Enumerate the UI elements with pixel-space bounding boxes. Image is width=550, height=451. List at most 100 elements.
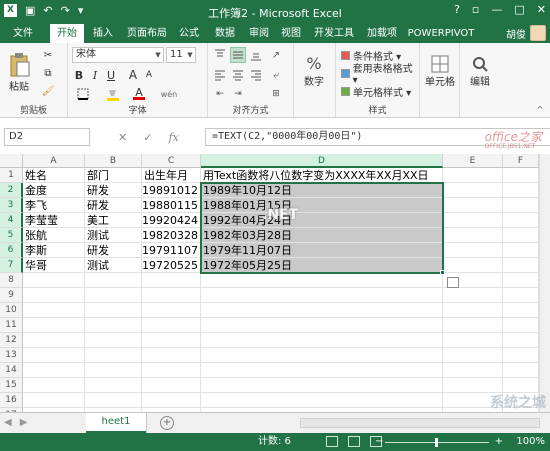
cell[interactable]: 1989年10月12日 [201, 183, 443, 198]
tab-view[interactable]: 视图 [276, 24, 306, 43]
cell[interactable] [503, 183, 539, 198]
format-painter-icon[interactable]: 🖌 [38, 83, 58, 99]
collapse-ribbon-icon[interactable]: ^ [534, 104, 546, 114]
cell[interactable] [142, 348, 201, 363]
normal-view-icon[interactable] [326, 436, 338, 447]
cell[interactable] [142, 303, 201, 318]
font-size-select[interactable]: 11 ▼ [166, 47, 196, 63]
tab-developer[interactable]: 开发工具 [310, 24, 358, 43]
name-box[interactable]: D2 [4, 128, 90, 146]
font-color-button[interactable]: A [128, 87, 150, 101]
cell[interactable] [23, 288, 85, 303]
row-header-3[interactable]: 3 [0, 198, 23, 213]
decrease-indent-icon[interactable]: ⇤ [212, 87, 228, 101]
align-middle-icon[interactable] [230, 47, 246, 63]
cell[interactable]: 1992年04月24日 [201, 213, 443, 228]
tab-home[interactable]: 开始 [50, 24, 84, 43]
help-button[interactable]: ? [454, 3, 460, 16]
borders-icon[interactable] [72, 87, 94, 101]
cell[interactable] [142, 363, 201, 378]
cell[interactable] [201, 288, 443, 303]
cell[interactable]: 19820328 [142, 228, 201, 243]
header-cell[interactable]: 用Text函数将八位数字变为XXXX年XX月XX日 [201, 168, 443, 183]
cell[interactable] [23, 348, 85, 363]
column-header-d[interactable]: D [201, 154, 443, 168]
cell[interactable] [23, 363, 85, 378]
row-header-11[interactable]: 11 [0, 318, 23, 333]
cell[interactable] [201, 273, 443, 288]
cell[interactable]: 1979年11月07日 [201, 243, 443, 258]
cell[interactable]: 李斯 [23, 243, 85, 258]
row-header-9[interactable]: 9 [0, 288, 23, 303]
cell[interactable] [23, 333, 85, 348]
cell[interactable] [85, 393, 142, 408]
cell[interactable] [503, 273, 539, 288]
insert-function-button[interactable]: fx [168, 131, 178, 144]
cell[interactable] [85, 378, 142, 393]
maximize-button[interactable]: □ [514, 3, 524, 16]
fill-handle[interactable] [440, 270, 445, 275]
zoom-out-button[interactable]: − [375, 433, 383, 451]
cell[interactable]: 研发 [85, 183, 142, 198]
cell[interactable]: 金度 [23, 183, 85, 198]
cell[interactable] [503, 288, 539, 303]
cell[interactable] [142, 318, 201, 333]
column-header-c[interactable]: C [142, 154, 201, 168]
cell[interactable] [443, 243, 503, 258]
cell[interactable] [23, 318, 85, 333]
cell[interactable] [201, 348, 443, 363]
tab-file[interactable]: 文件 [0, 24, 46, 43]
cell[interactable] [142, 333, 201, 348]
row-header-6[interactable]: 6 [0, 243, 23, 258]
cell[interactable] [85, 288, 142, 303]
cell[interactable] [443, 198, 503, 213]
underline-button[interactable]: U [104, 67, 118, 83]
previous-sheet-icon[interactable]: ◀ [4, 417, 12, 428]
align-right-icon[interactable] [248, 67, 264, 83]
cell[interactable]: 美工 [85, 213, 142, 228]
cell[interactable]: 李莹莹 [23, 213, 85, 228]
select-all-button[interactable] [0, 154, 23, 168]
fill-color-icon[interactable] [102, 87, 124, 101]
cell[interactable] [85, 333, 142, 348]
cell[interactable] [443, 228, 503, 243]
page-layout-view-icon[interactable] [348, 436, 360, 447]
cell[interactable] [23, 303, 85, 318]
horizontal-scrollbar[interactable] [300, 418, 540, 428]
row-header-12[interactable]: 12 [0, 333, 23, 348]
vertical-scrollbar[interactable] [539, 154, 550, 412]
row-header-5[interactable]: 5 [0, 228, 23, 243]
cell[interactable] [503, 228, 539, 243]
cell[interactable] [503, 348, 539, 363]
row-header-4[interactable]: 4 [0, 213, 23, 228]
cell[interactable] [85, 273, 142, 288]
row-header-15[interactable]: 15 [0, 378, 23, 393]
cells-button[interactable]: 单元格 [423, 49, 457, 93]
next-sheet-icon[interactable]: ▶ [20, 417, 28, 428]
cell[interactable] [443, 213, 503, 228]
worksheet-grid[interactable]: A B C D E F 1 姓名 部门 出生年月 用Text函数将八位数字变为XXXX年XX月XX日… [0, 154, 550, 412]
cell[interactable] [443, 258, 503, 273]
cell[interactable] [142, 378, 201, 393]
cell[interactable] [201, 378, 443, 393]
header-cell[interactable]: 出生年月 [142, 168, 201, 183]
cell[interactable] [503, 198, 539, 213]
align-center-icon[interactable] [230, 67, 246, 83]
row-header-10[interactable]: 10 [0, 303, 23, 318]
header-cell[interactable]: 部门 [85, 168, 142, 183]
quick-analysis-icon[interactable] [447, 277, 459, 288]
tab-insert[interactable]: 插入 [86, 24, 120, 43]
cell[interactable] [142, 273, 201, 288]
cell[interactable] [23, 393, 85, 408]
cell[interactable] [201, 393, 443, 408]
cell[interactable]: 1988年01月15日 [201, 198, 443, 213]
increase-indent-icon[interactable]: ⇥ [230, 87, 246, 101]
row-header-2[interactable]: 2 [0, 183, 23, 198]
tab-powerpivot[interactable]: POWERPIVOT [406, 24, 476, 43]
cell[interactable] [503, 318, 539, 333]
cell[interactable]: 19891012 [142, 183, 201, 198]
close-button[interactable]: ✕ [537, 3, 546, 16]
cell[interactable]: 李飞 [23, 198, 85, 213]
tab-review[interactable]: 审阅 [244, 24, 274, 43]
tab-page-layout[interactable]: 页面布局 [122, 24, 172, 43]
